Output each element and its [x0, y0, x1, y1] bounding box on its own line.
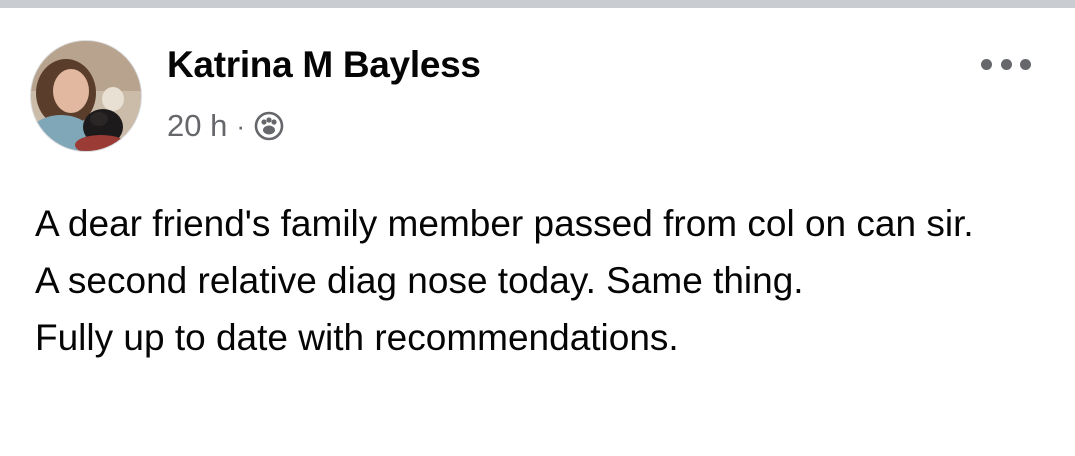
post-text-line: Fully up to date with recommendations. [35, 317, 679, 358]
post-header: Katrina M Bayless 20 h · [30, 40, 1045, 152]
post-text-line: A second relative diag nose today. Same … [35, 260, 804, 301]
more-options-icon [981, 58, 992, 70]
post-body: A dear friend's family member passed fro… [35, 195, 1045, 366]
post-timestamp[interactable]: 20 h [167, 108, 227, 144]
more-options-button[interactable] [981, 52, 1031, 76]
more-options-dot [1020, 58, 1031, 70]
author-avatar[interactable] [30, 40, 142, 152]
more-options-dot [1000, 58, 1012, 70]
meta-separator: · [236, 110, 246, 141]
post-text-line: A dear friend's family member passed fro… [35, 203, 974, 244]
post-meta: 20 h · [167, 106, 284, 146]
profile-photo-icon [31, 41, 141, 151]
friends-icon[interactable] [254, 111, 284, 141]
top-divider-bar [0, 0, 1075, 8]
author-name[interactable]: Katrina M Bayless [167, 44, 481, 86]
